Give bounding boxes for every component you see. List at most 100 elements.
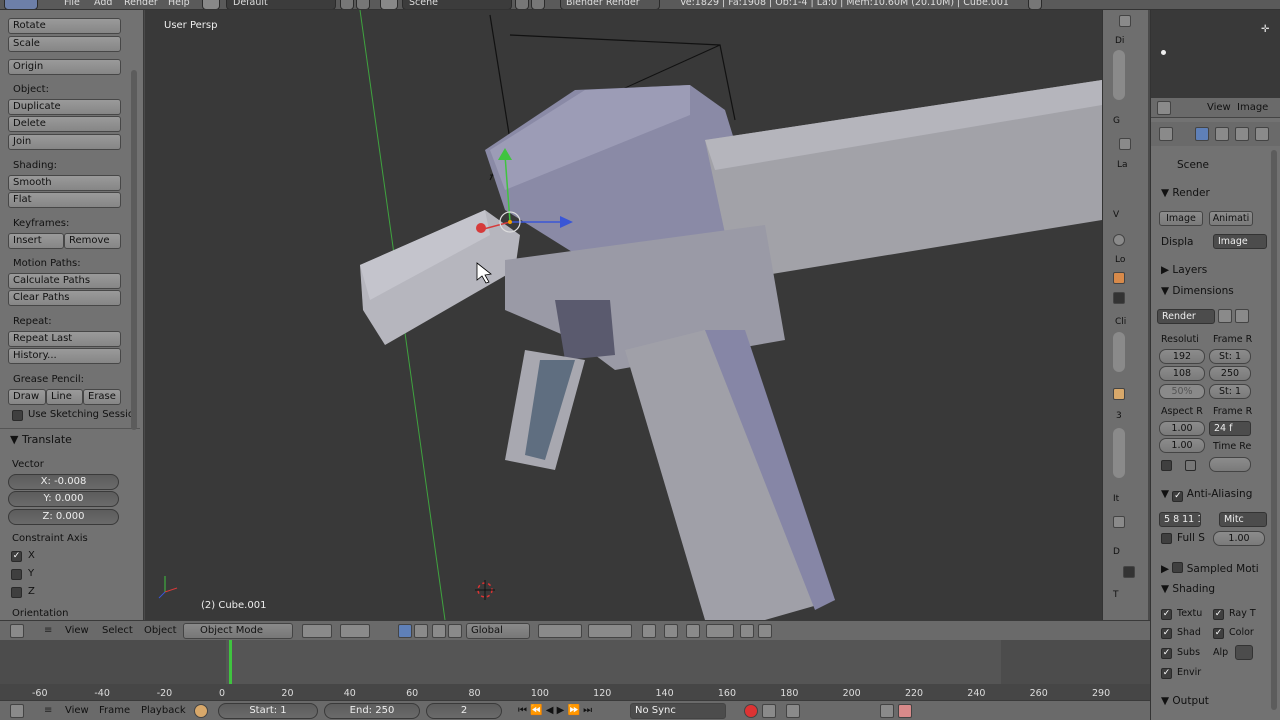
sampled-motion-header[interactable]: ▶ Sampled Moti (1161, 561, 1259, 575)
frame-start-field[interactable]: St: 1 (1209, 349, 1251, 364)
mode-dropdown[interactable]: Object Mode (183, 623, 293, 639)
rotate-manipulator-icon[interactable] (432, 624, 446, 638)
subsurface-checkbox[interactable]: ✓ (1161, 648, 1172, 659)
keyframe-insert-icon[interactable] (762, 704, 776, 718)
shading-panel-header[interactable]: ▼ Shading (1161, 583, 1215, 595)
display-dropdown[interactable]: Image (1213, 234, 1267, 249)
tab-view[interactable]: V (1113, 210, 1119, 220)
timeline-playback-menu[interactable]: Playback (141, 703, 186, 719)
smooth-button[interactable]: Smooth (8, 175, 121, 191)
constraint-z-checkbox[interactable] (11, 587, 22, 598)
collapse-menus-icon[interactable]: ≡ (44, 623, 52, 639)
menu-help[interactable]: Help (168, 0, 190, 8)
lock-icon[interactable] (1113, 234, 1125, 246)
playhead[interactable] (229, 640, 232, 684)
antialiasing-checkbox[interactable]: ✓ (1172, 491, 1184, 502)
filter-size-field[interactable]: 1.00 (1213, 531, 1265, 546)
add-layout-icon[interactable] (340, 0, 354, 9)
world-tab-icon[interactable] (1255, 127, 1269, 141)
translate-manipulator-icon[interactable] (414, 624, 428, 638)
menu-add[interactable]: Add (94, 0, 112, 8)
snap-toggle-icon[interactable] (686, 624, 700, 638)
tab-clip[interactable]: Cli (1115, 317, 1126, 327)
display-icon[interactable] (1123, 566, 1135, 578)
layers-grid-1[interactable] (538, 624, 582, 638)
cursor-slider[interactable] (1113, 428, 1125, 478)
close-scene-icon[interactable] (531, 0, 545, 9)
add-scene-icon[interactable] (515, 0, 529, 9)
render-animation-button[interactable]: Animati (1209, 211, 1253, 226)
rotate-button[interactable]: Rotate (8, 18, 121, 34)
add-icon[interactable] (1119, 138, 1131, 150)
render-image-button[interactable]: Image (1159, 211, 1203, 226)
shadows-checkbox[interactable]: ✓ (1161, 628, 1172, 639)
output-panel-header[interactable]: ▼ Output (1161, 695, 1209, 707)
editor-type-icon[interactable] (4, 0, 38, 9)
frame-rate-dropdown[interactable]: 24 f (1209, 421, 1251, 436)
editor-type-icon[interactable] (1157, 101, 1171, 115)
color-management-checkbox[interactable]: ✓ (1213, 628, 1224, 639)
history-button[interactable]: History... (8, 348, 121, 364)
repeat-last-button[interactable]: Repeat Last (8, 331, 121, 347)
aspect-x-field[interactable]: 1.00 (1159, 421, 1205, 436)
tab-item[interactable]: It (1113, 494, 1119, 504)
raytrace-checkbox[interactable]: ✓ (1213, 609, 1224, 620)
clip-slider[interactable] (1113, 332, 1125, 372)
image-view-menu[interactable]: View (1207, 100, 1231, 116)
mini-viewport[interactable]: ✛ (1151, 10, 1280, 98)
full-sample-checkbox[interactable] (1161, 533, 1172, 544)
layout-icon[interactable] (202, 0, 220, 9)
cursor-icon[interactable] (1113, 388, 1125, 400)
scene-tab-icon[interactable] (1235, 127, 1249, 141)
render-panel-header[interactable]: ▼ Render (1161, 187, 1210, 199)
item-icon[interactable] (1113, 516, 1125, 528)
tab-display[interactable]: Di (1115, 36, 1124, 46)
orientation-dropdown[interactable]: Global (466, 623, 530, 639)
tab-lock[interactable]: Lo (1115, 255, 1125, 265)
timeline-view-menu[interactable]: View (65, 703, 89, 719)
frame-end-field[interactable]: 250 (1209, 366, 1251, 381)
resolution-y-field[interactable]: 108 (1159, 366, 1205, 381)
tab-t[interactable]: T (1113, 590, 1119, 600)
aa-samples-field[interactable]: 5 8 11 16 (1159, 512, 1201, 527)
envmap-checkbox[interactable]: ✓ (1161, 668, 1172, 679)
manipulator-toggle-icon[interactable] (398, 624, 412, 638)
object-menu[interactable]: Object (144, 623, 177, 639)
tab-3d-cursor[interactable]: 3 (1116, 411, 1122, 421)
frame-step-field[interactable]: St: 1 (1209, 384, 1251, 399)
props-scrollbar[interactable] (1271, 150, 1277, 710)
line-button[interactable]: Line (46, 389, 83, 405)
erase-button[interactable]: Erase (83, 389, 121, 405)
resolution-x-field[interactable]: 192 (1159, 349, 1205, 364)
layers-panel-header[interactable]: ▶ Layers (1161, 264, 1207, 276)
end-frame-field[interactable]: End: 250 (324, 703, 420, 719)
vector-x-field[interactable]: X: -0.008 (8, 474, 119, 490)
lock-camera-icon[interactable] (642, 624, 656, 638)
render-preset-dropdown[interactable]: Render (1157, 309, 1215, 324)
props-editor-icon[interactable] (1159, 127, 1173, 141)
calculate-paths-button[interactable]: Calculate Paths (8, 273, 121, 289)
start-frame-field[interactable]: Start: 1 (218, 703, 318, 719)
alpha-dropdown[interactable] (1235, 645, 1253, 660)
delete-button[interactable]: Delete (8, 116, 121, 132)
aspect-y-field[interactable]: 1.00 (1159, 438, 1205, 453)
scene-icon[interactable] (380, 0, 398, 9)
join-button[interactable]: Join (8, 134, 121, 150)
editor-type-icon[interactable] (10, 624, 24, 638)
current-frame-field[interactable]: 2 (426, 703, 502, 719)
preset-add-icon[interactable] (1218, 309, 1232, 323)
textures-checkbox[interactable]: ✓ (1161, 609, 1172, 620)
render-tab-icon[interactable] (1195, 127, 1209, 141)
viewport-shading-dropdown[interactable] (302, 624, 332, 638)
snap-element-dropdown[interactable] (706, 624, 734, 638)
gizmo-x-handle[interactable] (476, 223, 486, 233)
layers-tab-icon[interactable] (1215, 127, 1229, 141)
border-checkbox[interactable] (1161, 460, 1172, 471)
insert-keyframe-icon[interactable] (880, 704, 894, 718)
clear-paths-button[interactable]: Clear Paths (8, 290, 121, 306)
delete-keyframe-icon[interactable] (898, 704, 912, 718)
sync-dropdown[interactable]: No Sync (630, 703, 726, 719)
constraint-x-checkbox[interactable]: ✓ (11, 551, 22, 562)
keying-set-icon[interactable] (194, 704, 208, 718)
timeline-frame-menu[interactable]: Frame (99, 703, 130, 719)
